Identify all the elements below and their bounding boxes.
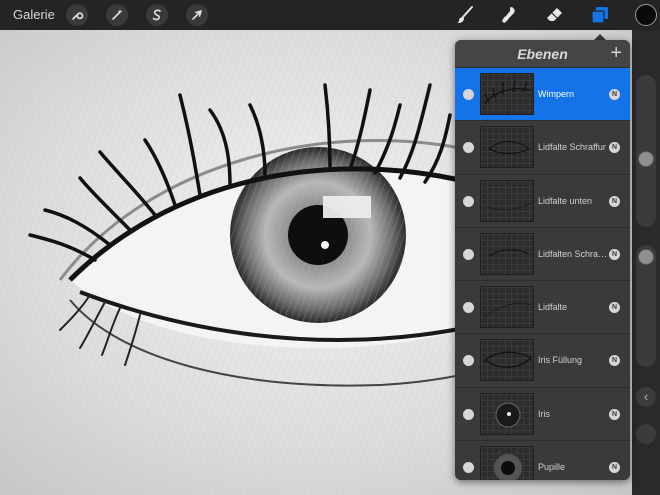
layer-thumbnail <box>480 126 534 169</box>
add-layer-button[interactable]: + <box>610 42 622 64</box>
layer-thumbnail <box>480 392 534 435</box>
layer-name: Lidfalte Schraffur <box>538 142 606 153</box>
layer-row[interactable]: Wimpern N <box>455 68 630 122</box>
layer-name: Wimpern <box>538 89 575 99</box>
visibility-toggle[interactable] <box>463 408 474 420</box>
selection-s-icon[interactable] <box>146 4 168 26</box>
brush-size-knob[interactable] <box>638 151 654 167</box>
layer-name: Pupille <box>538 462 566 473</box>
blend-mode-button[interactable]: N <box>609 408 620 420</box>
layer-thumbnail <box>480 179 534 222</box>
blend-mode-button[interactable]: N <box>609 248 620 260</box>
layers-panel-header: Ebenen + <box>455 40 630 68</box>
visibility-toggle[interactable] <box>463 89 474 100</box>
layer-name: Lidfalte unten <box>538 195 593 206</box>
layer-thumbnail <box>480 232 534 275</box>
blend-mode-button[interactable]: N <box>609 142 620 154</box>
magic-wand-icon[interactable] <box>106 4 128 26</box>
visibility-toggle[interactable] <box>463 302 474 314</box>
visibility-toggle[interactable] <box>463 462 474 474</box>
layer-name: Lidfalte <box>538 302 568 313</box>
collapse-sidebar-button[interactable]: ‹ <box>636 387 656 407</box>
layer-row[interactable]: Iris N <box>455 387 630 442</box>
layer-name: Iris <box>538 408 550 419</box>
layer-row[interactable]: Lidfalte N <box>455 281 630 335</box>
visibility-toggle[interactable] <box>463 248 474 260</box>
layer-name: Lidfalten Schraffur <box>538 248 608 259</box>
layer-row[interactable]: Lidfalten Schraffur N <box>455 227 630 282</box>
opacity-knob[interactable] <box>638 249 654 265</box>
transform-arrow-icon[interactable] <box>186 4 208 26</box>
blend-mode-button[interactable]: N <box>609 355 620 367</box>
wrench-icon[interactable] <box>66 4 88 26</box>
gallery-button[interactable]: Galerie <box>13 7 55 22</box>
visibility-toggle[interactable] <box>463 355 474 367</box>
layer-row[interactable]: Lidfalte unten N <box>455 174 630 228</box>
color-picker-swatch[interactable] <box>635 4 657 26</box>
layers-panel: Ebenen + Wimpern N Lidfalte Schraffur N … <box>455 40 630 480</box>
layer-thumbnail <box>480 73 534 115</box>
layer-name: Iris Füllung <box>538 355 583 366</box>
blend-mode-button[interactable]: N <box>609 462 620 474</box>
blend-mode-button[interactable]: N <box>609 195 620 207</box>
modify-button[interactable] <box>636 424 656 444</box>
eraser-icon[interactable] <box>544 4 566 26</box>
layer-row[interactable]: Pupille N <box>455 441 630 480</box>
visibility-toggle[interactable] <box>463 195 474 207</box>
layer-thumbnail <box>480 446 534 480</box>
brush-icon[interactable] <box>454 4 476 26</box>
layer-thumbnail <box>480 286 534 329</box>
layers-panel-title: Ebenen <box>517 46 568 62</box>
layer-thumbnail <box>480 339 534 382</box>
blend-mode-button[interactable]: N <box>609 302 620 314</box>
top-toolbar: Galerie <box>0 0 660 30</box>
layers-icon[interactable] <box>589 4 611 26</box>
layer-row[interactable]: Lidfalte Schraffur N <box>455 121 630 175</box>
layer-row[interactable]: Iris Füllung N <box>455 334 630 388</box>
blend-mode-button[interactable]: N <box>609 89 620 100</box>
smudge-icon[interactable] <box>498 4 520 26</box>
visibility-toggle[interactable] <box>463 142 474 154</box>
